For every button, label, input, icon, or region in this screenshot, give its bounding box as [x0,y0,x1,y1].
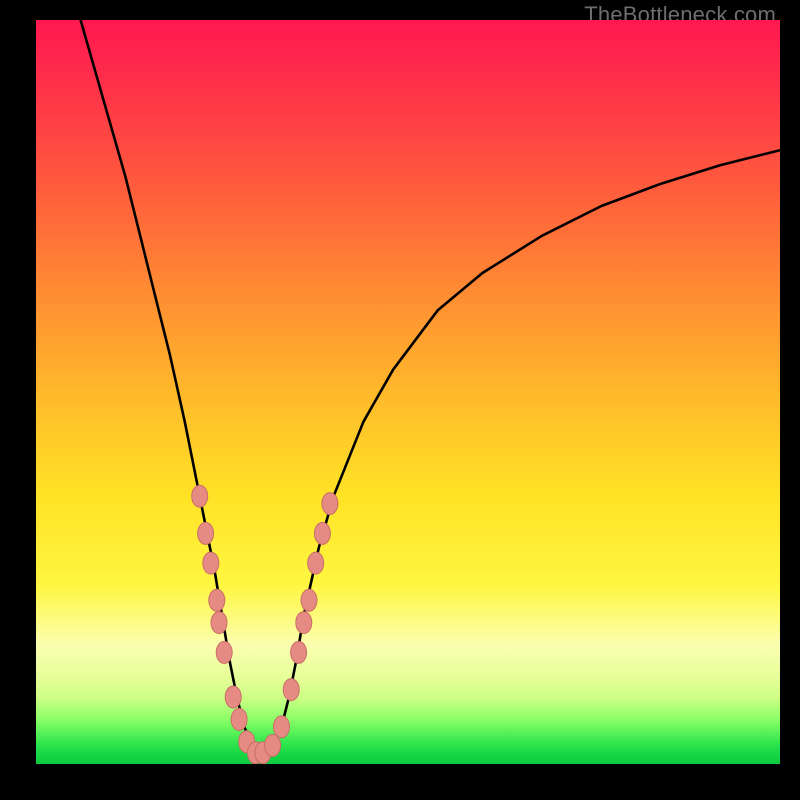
curve-marker [265,734,281,756]
curve-marker [283,679,299,701]
curve-marker [216,641,232,663]
curve-marker [322,493,338,515]
curve-marker [225,686,241,708]
curve-marker [291,641,307,663]
curve-marker [301,589,317,611]
curve-marker [203,552,219,574]
marker-group [192,485,338,764]
curve-marker [198,522,214,544]
curve-marker [231,708,247,730]
curve-marker [314,522,330,544]
chart-frame: TheBottleneck.com [0,0,800,800]
curve-marker [308,552,324,574]
bottleneck-curve [81,20,780,753]
curve-marker [192,485,208,507]
plot-area [36,20,780,764]
curve-marker [211,612,227,634]
curve-svg [36,20,780,764]
curve-marker [274,716,290,738]
curve-marker [209,589,225,611]
curve-marker [296,612,312,634]
